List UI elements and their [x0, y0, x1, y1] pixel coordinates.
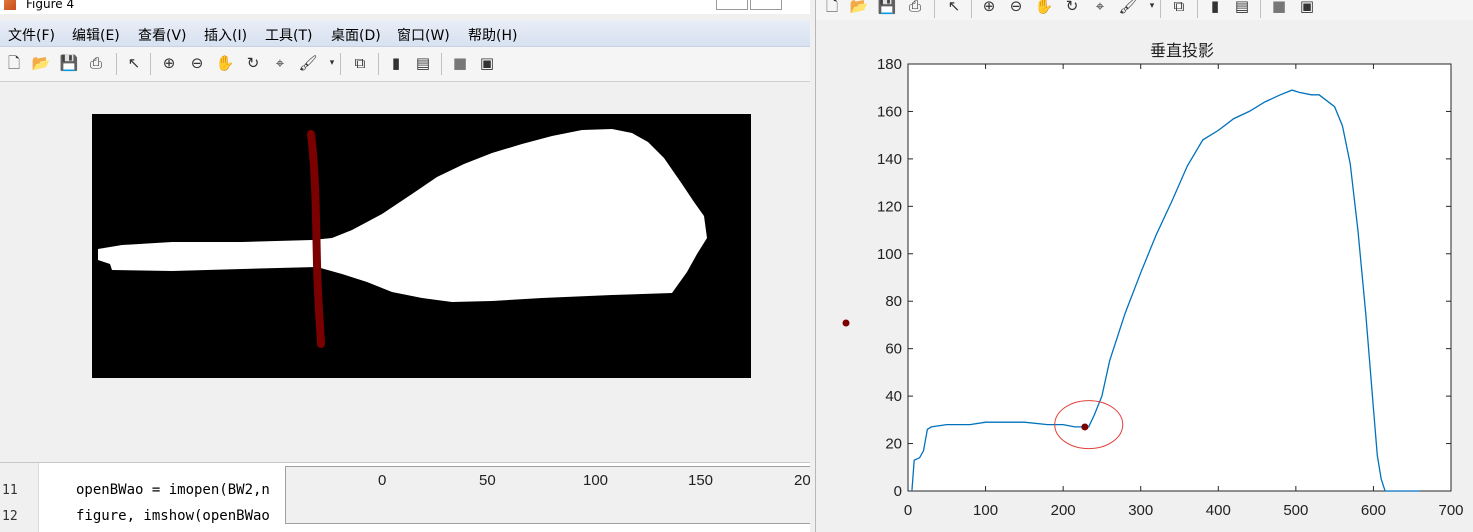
y-tick-label: 80 — [885, 293, 902, 310]
x-tick-label: 0 — [378, 472, 387, 489]
x-tick-label: 150 — [688, 472, 714, 489]
link-plot-icon[interactable]: ⧉ — [350, 53, 370, 73]
pan-hand-icon[interactable]: ✋ — [215, 53, 235, 73]
show-plot-tools-icon[interactable]: ▣ — [477, 53, 497, 73]
background-figure-window: 0 50 100 150 20 — [285, 466, 810, 524]
x-tick-label: 400 — [1206, 502, 1231, 519]
x-tick-label: 600 — [1361, 502, 1386, 519]
toolbar-separator — [1160, 0, 1161, 18]
menu-tools[interactable]: 工具(T) — [265, 25, 312, 45]
menu-bar: 文件(F) 编辑(E) 查看(V) 插入(I) 工具(T) 桌面(D) 窗口(W… — [0, 20, 810, 47]
axes: 0 100 200 300 400 500 600 700 0 20 40 60 80 100 120 140… — [877, 56, 1464, 519]
legend-icon[interactable]: ▤ — [1232, 0, 1252, 16]
y-tick-label: 60 — [885, 341, 902, 358]
new-file-icon[interactable]: 🗋 — [822, 0, 842, 16]
code-line[interactable]: openBWao = imopen(BW2,n — [76, 482, 270, 498]
toolbar-separator — [1197, 0, 1198, 18]
line-number: 11 — [2, 483, 18, 498]
save-icon[interactable]: 💾 — [877, 0, 897, 16]
hide-plot-tools-icon[interactable]: ■ — [1269, 0, 1289, 16]
colorbar-icon[interactable]: ▮ — [386, 53, 406, 73]
pointer-icon[interactable]: ↖ — [124, 53, 144, 73]
zoom-out-icon[interactable]: ⊖ — [187, 53, 207, 73]
menu-file[interactable]: 文件(F) — [8, 25, 55, 45]
rotate-3d-icon[interactable]: ↻ — [1062, 0, 1082, 16]
toolbar-separator — [116, 53, 117, 75]
brush-icon[interactable]: 🖌 — [298, 53, 318, 73]
toolbar-separator — [150, 53, 151, 75]
zoom-in-icon[interactable]: ⊕ — [979, 0, 999, 16]
y-tick-label: 0 — [894, 483, 902, 500]
print-icon[interactable]: ⎙ — [905, 0, 925, 16]
figure-toolbar: 🗋 📂 💾 ⎙ ↖ ⊕ ⊖ ✋ ↻ ⌖ 🖌 ▾ ⧉ ▮ ▤ ■ ▣ — [0, 47, 810, 82]
matlab-figure-icon — [4, 0, 16, 10]
window-title: Figure 4 — [26, 0, 75, 11]
open-folder-icon[interactable]: 📂 — [849, 0, 869, 16]
pan-hand-icon[interactable]: ✋ — [1034, 0, 1054, 16]
y-tick-label: 40 — [885, 388, 902, 405]
x-tick-label: 300 — [1128, 502, 1153, 519]
show-plot-tools-icon[interactable]: ▣ — [1297, 0, 1317, 16]
hide-plot-tools-icon[interactable]: ■ — [450, 53, 470, 73]
y-tick-label: 100 — [877, 246, 902, 263]
window-controls — [714, 0, 782, 10]
link-plot-icon[interactable]: ⧉ — [1169, 0, 1189, 16]
x-tick-label: 500 — [1283, 502, 1308, 519]
open-folder-icon[interactable]: 📂 — [31, 53, 51, 73]
marked-point — [1081, 423, 1089, 431]
binary-image — [92, 114, 751, 378]
code-line[interactable]: figure, imshow(openBWao — [76, 508, 270, 524]
pointer-icon[interactable]: ↖ — [944, 0, 964, 16]
save-icon[interactable]: 💾 — [59, 53, 79, 73]
x-tick-label: 0 — [904, 502, 912, 519]
toolbar-separator — [441, 53, 442, 75]
brush-dropdown-icon[interactable]: ▾ — [322, 53, 342, 73]
print-icon[interactable]: ⎙ — [86, 53, 106, 73]
menu-help[interactable]: 帮助(H) — [468, 25, 517, 45]
binary-image-svg — [92, 114, 751, 378]
line-number: 12 — [2, 509, 18, 524]
x-tick-label: 100 — [583, 472, 609, 489]
y-tick-label: 120 — [877, 198, 902, 215]
menu-edit[interactable]: 编辑(E) — [72, 25, 120, 45]
title-bar: Figure 4 — [0, 0, 810, 14]
y-tick-label: 160 — [877, 103, 902, 120]
x-tick-label: 200 — [1051, 502, 1076, 519]
new-file-icon[interactable]: 🗋 — [4, 53, 24, 73]
legend-icon[interactable]: ▤ — [413, 53, 433, 73]
colorbar-icon[interactable]: ▮ — [1205, 0, 1225, 16]
menu-desktop[interactable]: 桌面(D) — [331, 25, 381, 45]
y-tick-label: 20 — [885, 436, 902, 453]
toolbar-separator — [971, 0, 972, 18]
x-tick-label: 20 — [794, 472, 810, 489]
maximize-button[interactable] — [750, 0, 782, 10]
projection-chart: 0 100 200 300 400 500 600 700 0 20 40 60 80 100 120 140… — [842, 56, 1464, 519]
menu-view[interactable]: 查看(V) — [138, 25, 187, 45]
data-cursor-icon[interactable]: ⌖ — [1090, 0, 1110, 16]
y-tick-label: 180 — [877, 56, 902, 73]
data-cursor-icon[interactable]: ⌖ — [270, 53, 290, 73]
x-tick-label: 100 — [973, 502, 998, 519]
zoom-in-icon[interactable]: ⊕ — [159, 53, 179, 73]
brush-icon[interactable]: 🖌 — [1118, 0, 1138, 16]
y-tick-label: 140 — [877, 151, 902, 168]
menu-window[interactable]: 窗口(W) — [397, 25, 450, 45]
x-tick-label: 700 — [1438, 502, 1463, 519]
zoom-out-icon[interactable]: ⊖ — [1006, 0, 1026, 16]
figure-4-window: Figure 4 文件(F) 编辑(E) 查看(V) 插入(I) 工具(T) 桌… — [0, 0, 810, 532]
rotate-3d-icon[interactable]: ↻ — [243, 53, 263, 73]
toolbar-separator — [378, 53, 379, 75]
toolbar-separator — [340, 53, 341, 75]
menu-insert[interactable]: 插入(I) — [204, 25, 247, 45]
plot-box — [907, 63, 1452, 492]
toolbar-separator — [934, 0, 935, 18]
brush-dropdown-icon[interactable]: ▾ — [1142, 0, 1162, 16]
toolbar-separator — [1260, 0, 1261, 18]
figure-toolbar: 🗋 📂 💾 ⎙ ↖ ⊕ ⊖ ✋ ↻ ⌖ 🖌 ▾ ⧉ ▮ ▤ ■ ▣ — [816, 0, 1473, 20]
minimize-button[interactable] — [716, 0, 748, 10]
stray-marker-dot — [842, 319, 850, 327]
x-tick-label: 50 — [479, 472, 496, 489]
